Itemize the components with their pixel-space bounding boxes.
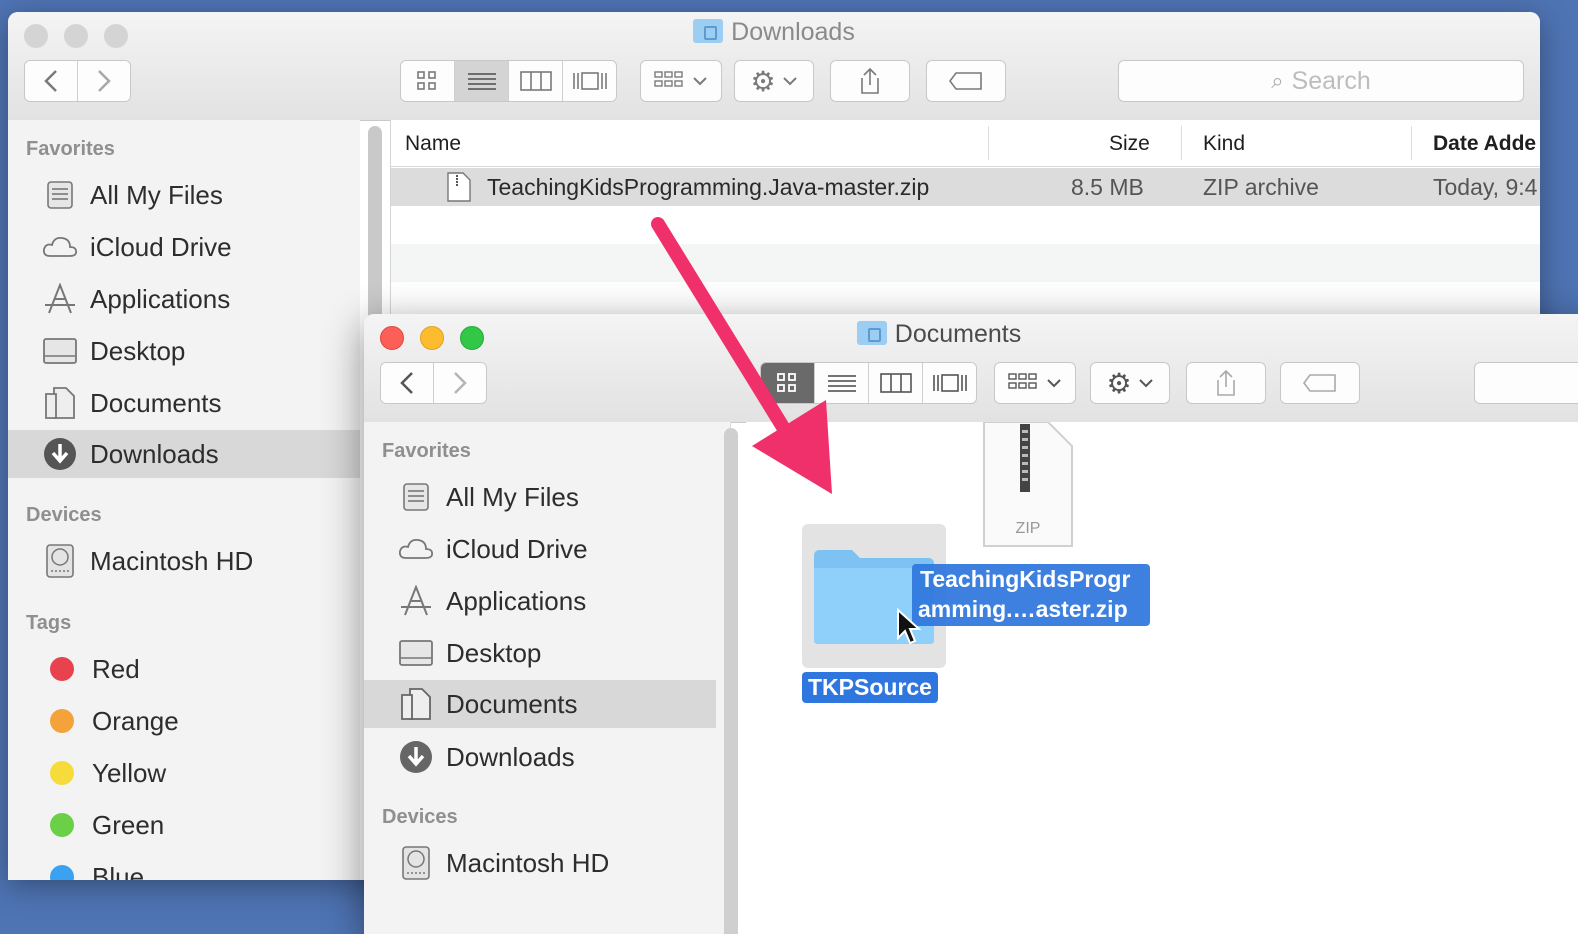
drag-direction-arrow-icon [651,217,832,494]
